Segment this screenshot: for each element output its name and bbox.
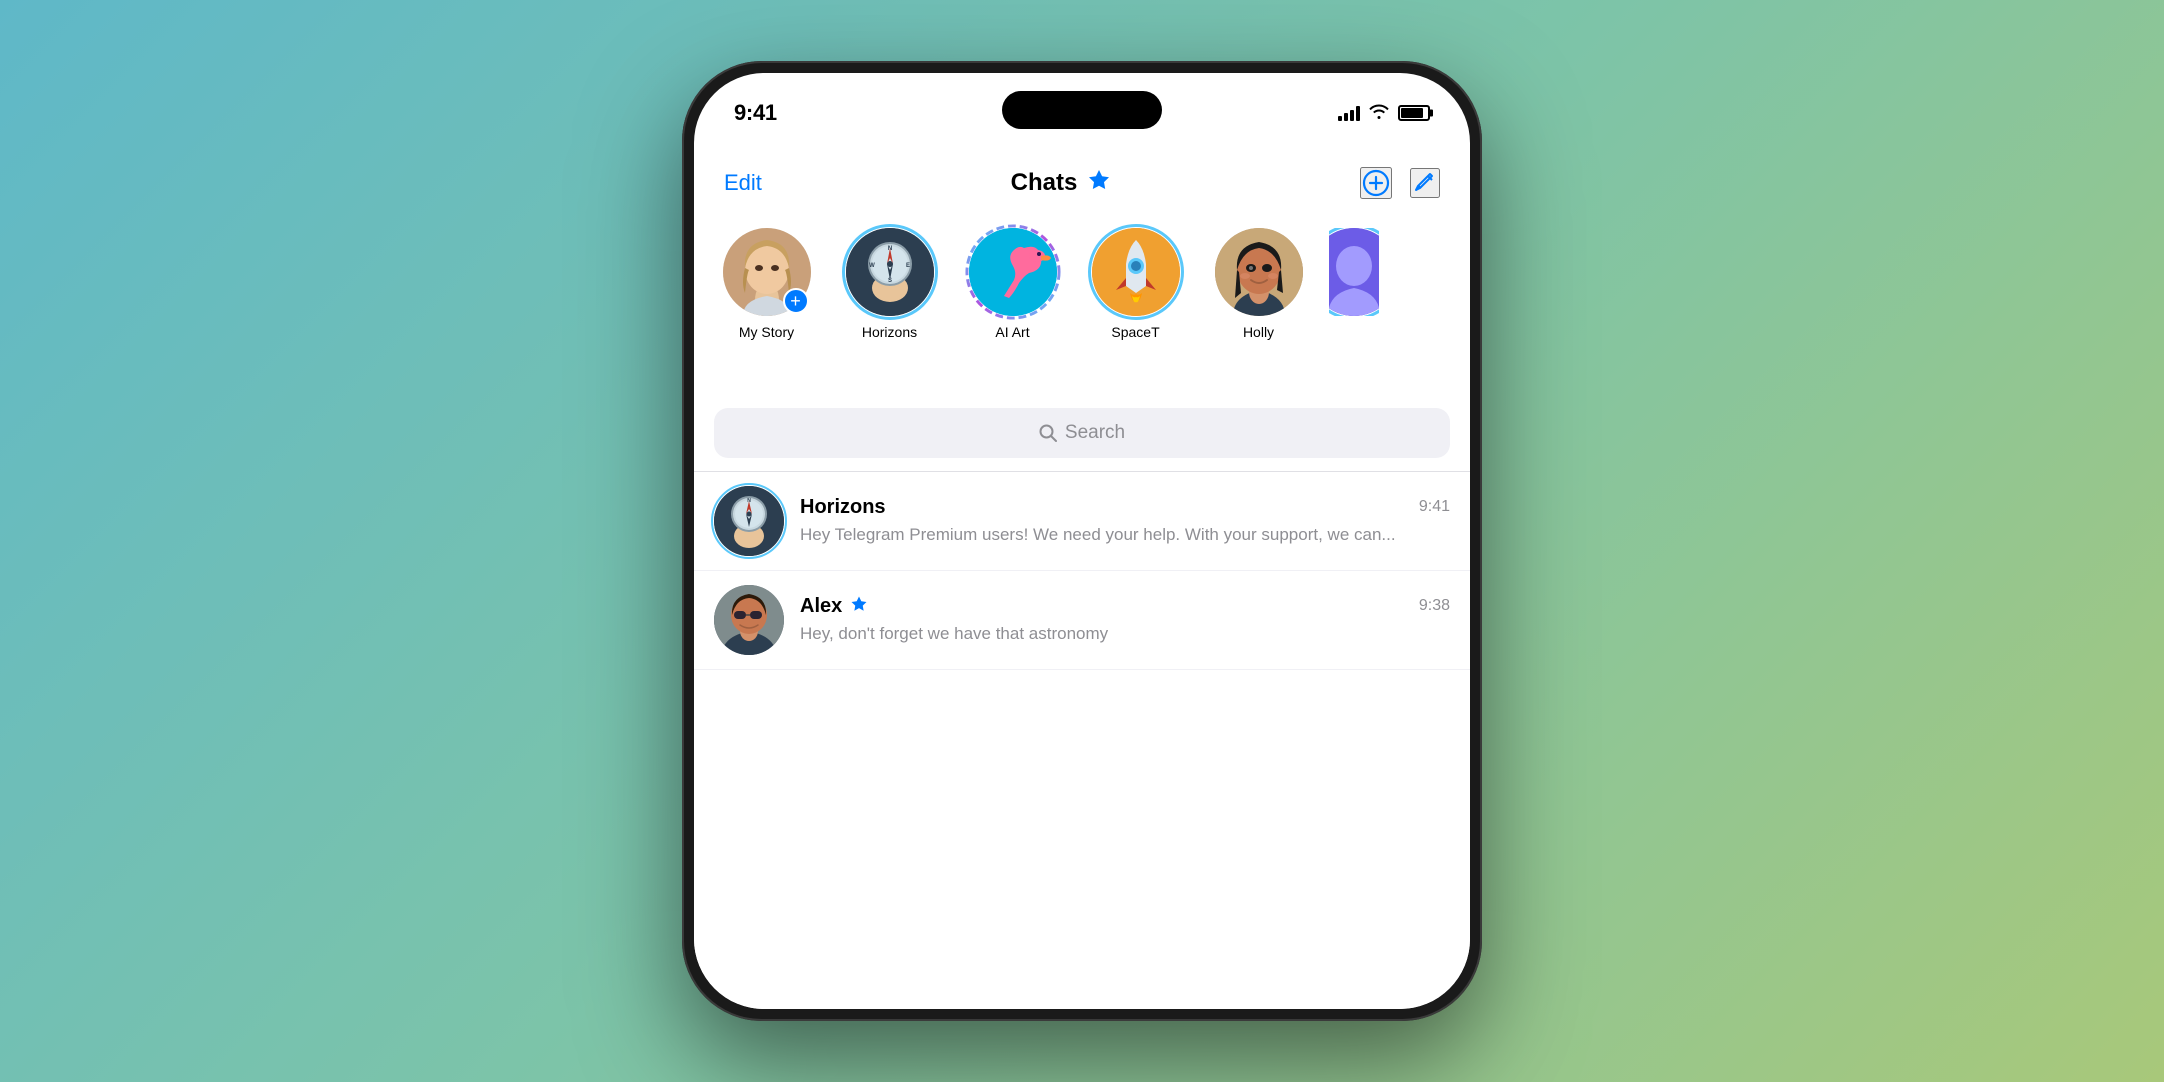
search-icon — [1039, 424, 1057, 442]
search-bar[interactable]: Search — [714, 408, 1450, 458]
nav-actions — [1360, 167, 1440, 199]
story-item-spacet[interactable]: SpaceT — [1083, 228, 1188, 340]
story-item-partial[interactable] — [1329, 228, 1379, 316]
battery-icon — [1398, 105, 1430, 121]
add-story-badge: + — [783, 288, 809, 314]
add-contact-button[interactable] — [1360, 167, 1392, 199]
spacet-avatar-wrapper — [1092, 228, 1180, 316]
chat-item-alex[interactable]: Alex 9:38 Hey, don't forget we have that… — [694, 571, 1470, 670]
status-time: 9:41 — [734, 100, 777, 126]
wifi-icon — [1368, 103, 1390, 124]
story-label-my-story: My Story — [739, 324, 794, 340]
status-icons — [1338, 103, 1430, 124]
search-bar-container: Search — [714, 408, 1450, 458]
chat-time-horizons: 9:41 — [1419, 498, 1450, 516]
stories-row: + My Story — [694, 218, 1470, 398]
my-story-avatar-wrapper: + — [723, 228, 811, 316]
partial-avatar-wrapper — [1329, 228, 1379, 316]
story-label-spacet: SpaceT — [1111, 324, 1159, 340]
ai-art-avatar-wrapper — [969, 228, 1057, 316]
chats-title: Chats — [1011, 169, 1078, 197]
chat-preview-alex: Hey, don't forget we have that astronomy — [800, 622, 1450, 646]
chats-star-icon — [1087, 168, 1111, 198]
phone-screen: 9:41 — [694, 73, 1470, 1009]
horizons-avatar-wrapper: N S E W — [846, 228, 934, 316]
holly-avatar — [1215, 228, 1303, 316]
nav-title: Chats — [1011, 168, 1112, 198]
story-item-ai-art[interactable]: AI Art — [960, 228, 1065, 340]
chat-item-horizons[interactable]: N Horizons 9:41 Hey Telegram Premium use… — [694, 472, 1470, 571]
nav-header: Edit Chats — [694, 153, 1470, 213]
chat-avatar-alex — [714, 585, 784, 655]
alex-star-icon — [850, 595, 868, 618]
chat-list: N Horizons 9:41 Hey Telegram Premium use… — [694, 472, 1470, 1009]
phone-device: 9:41 — [682, 61, 1482, 1021]
story-label-horizons: Horizons — [862, 324, 917, 340]
search-placeholder-text: Search — [1065, 422, 1125, 444]
chat-avatar-alex-wrapper — [714, 585, 784, 655]
chat-preview-horizons: Hey Telegram Premium users! We need your… — [800, 523, 1450, 547]
chat-header-alex: Alex 9:38 — [800, 595, 1450, 618]
story-item-holly[interactable]: Holly — [1206, 228, 1311, 340]
compose-button[interactable] — [1410, 168, 1440, 198]
chat-avatar-horizons-wrapper: N — [714, 486, 784, 556]
chat-name-alex: Alex — [800, 595, 868, 618]
chat-time-alex: 9:38 — [1419, 597, 1450, 615]
edit-button[interactable]: Edit — [724, 170, 762, 196]
story-item-my-story[interactable]: + My Story — [714, 228, 819, 340]
signal-bars-icon — [1338, 105, 1360, 121]
story-item-horizons[interactable]: N S E W Horizons — [837, 228, 942, 340]
dynamic-island — [1002, 91, 1162, 129]
chat-name-horizons: Horizons — [800, 496, 886, 519]
holly-avatar-wrapper — [1215, 228, 1303, 316]
chat-content-horizons: Horizons 9:41 Hey Telegram Premium users… — [800, 496, 1450, 547]
story-label-holly: Holly — [1243, 324, 1274, 340]
chat-content-alex: Alex 9:38 Hey, don't forget we have that… — [800, 595, 1450, 646]
chat-header-horizons: Horizons 9:41 — [800, 496, 1450, 519]
story-label-ai-art: AI Art — [995, 324, 1029, 340]
